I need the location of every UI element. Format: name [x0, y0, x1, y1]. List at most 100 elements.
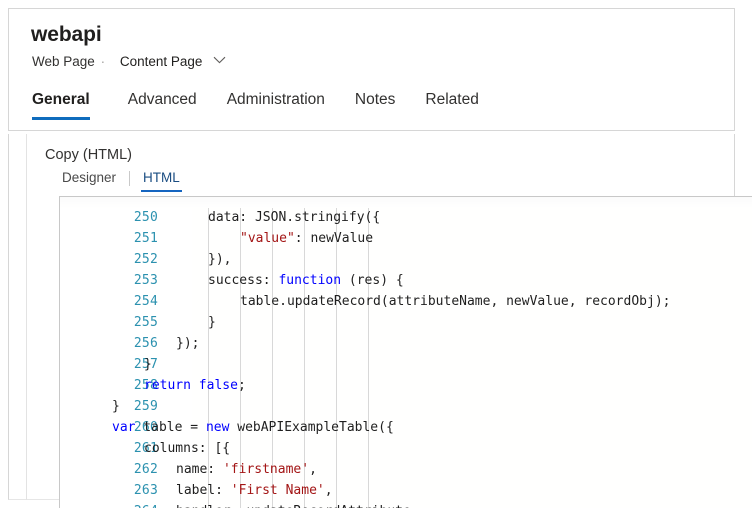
code-editor-viewport[interactable]: 249 contentType: "application/json", 250 da…: [60, 197, 752, 508]
line-number: 251: [60, 228, 158, 249]
form-selector-label[interactable]: Content Page: [112, 54, 203, 69]
code-token: [191, 378, 199, 393]
code-line: 255}: [60, 312, 752, 333]
code-token: false: [199, 378, 238, 393]
chevron-down-icon[interactable]: [213, 56, 226, 64]
code-text: label: 'First Name',: [176, 480, 333, 501]
tab-notes-label: Notes: [355, 91, 396, 108]
code-token: : newValue: [295, 231, 373, 246]
code-token: ,: [451, 197, 459, 204]
form-section: Copy (HTML) Designer HTML 249 contentType…: [26, 134, 735, 500]
tab-related[interactable]: Related: [413, 89, 490, 120]
pivot-html[interactable]: HTML: [143, 169, 180, 192]
code-line: 264 handler: updateRecordAttribute: [60, 501, 752, 508]
code-token: ;: [238, 378, 246, 393]
code-line: 263 label: 'First Name',: [60, 480, 752, 501]
code-token: table.updateRecord(attributeName, newVal…: [240, 294, 670, 309]
line-number: 262: [60, 459, 158, 480]
pivot-designer[interactable]: Designer: [62, 169, 116, 192]
page-title: webapi: [31, 22, 102, 48]
code-token: 'firstname': [223, 462, 309, 477]
code-line: 256});: [60, 333, 752, 354]
code-token: ,: [325, 483, 333, 498]
line-number: 249: [60, 197, 158, 207]
code-text: name: 'firstname',: [176, 459, 317, 480]
code-text: contentType: "application/json",: [208, 197, 458, 207]
code-token: }: [208, 315, 216, 330]
code-text: }: [208, 312, 216, 333]
line-number: 250: [60, 207, 158, 228]
code-token: "application/json": [310, 197, 451, 204]
code-token: return: [144, 378, 191, 393]
code-text: }: [144, 354, 152, 375]
tab-general-label: General: [32, 91, 90, 108]
line-number: 259: [60, 396, 158, 417]
line-number: 256: [60, 333, 158, 354]
code-editor[interactable]: 249 contentType: "application/json", 250 da…: [59, 196, 752, 508]
code-token: label:: [176, 483, 231, 498]
code-token: webAPIExampleTable({: [229, 420, 393, 435]
form-body: Copy (HTML) Designer HTML 249 contentType…: [8, 134, 735, 500]
code-token: contentType:: [208, 197, 310, 204]
tab-related-label: Related: [425, 91, 478, 108]
code-token: }),: [208, 252, 231, 267]
code-token: });: [176, 336, 199, 351]
field-label-copy-html: Copy (HTML): [45, 145, 132, 165]
pivot-divider: [129, 171, 130, 186]
code-token: 'First Name': [231, 483, 325, 498]
code-token: var: [112, 420, 135, 435]
form-tabs: General Advanced Administration Notes Re…: [31, 89, 497, 131]
code-line: 252}),: [60, 249, 752, 270]
code-line: 260var table = new webAPIExampleTable({: [60, 417, 752, 438]
code-text: handler: updateRecordAttribute: [176, 501, 411, 508]
code-line: 259}: [60, 396, 752, 417]
code-token: success:: [208, 273, 278, 288]
line-number: 252: [60, 249, 158, 270]
code-line: 250 data: JSON.stringify({: [60, 207, 752, 228]
code-token: "value": [240, 231, 295, 246]
code-line: 249 contentType: "application/json",: [60, 197, 752, 207]
line-number: 255: [60, 312, 158, 333]
code-line: 258return false;: [60, 375, 752, 396]
code-text: columns: [{: [144, 438, 230, 459]
code-token: }: [144, 357, 152, 372]
code-text: data: JSON.stringify({: [208, 207, 380, 228]
code-text: table.updateRecord(attributeName, newVal…: [240, 291, 670, 312]
code-line: 257}: [60, 354, 752, 375]
code-line: 253 success: function (res) {: [60, 270, 752, 291]
code-text: var table = new webAPIExampleTable({: [112, 417, 394, 438]
code-token: }: [112, 399, 120, 414]
editor-mode-pivot: Designer HTML: [62, 168, 180, 193]
code-text: return false;: [144, 375, 246, 396]
line-number: 253: [60, 270, 158, 291]
tab-advanced-label: Advanced: [128, 91, 197, 108]
code-token: function: [278, 273, 341, 288]
code-text: success: function (res) {: [208, 270, 404, 291]
record-entity-type: Web Page: [32, 54, 95, 69]
code-text: "value": newValue: [240, 228, 373, 249]
tab-administration[interactable]: Administration: [215, 89, 337, 120]
tab-advanced[interactable]: Advanced: [116, 89, 209, 120]
tab-general[interactable]: General: [31, 89, 102, 120]
code-token: columns: [{: [144, 441, 230, 456]
code-line: 262 name: 'firstname',: [60, 459, 752, 480]
code-line: 261columns: [{: [60, 438, 752, 459]
code-token: data: JSON.stringify({: [208, 210, 380, 225]
code-text: }: [112, 396, 120, 417]
code-token: new: [206, 420, 229, 435]
record-header-panel: webapi Web Page · Content Page General A…: [8, 8, 735, 131]
tab-notes[interactable]: Notes: [343, 89, 408, 120]
line-number: 263: [60, 480, 158, 501]
code-token: (res) {: [341, 273, 404, 288]
code-token: table =: [135, 420, 205, 435]
code-text: }),: [208, 249, 231, 270]
record-subtitle: Web Page · Content Page: [32, 53, 226, 71]
app-root: webapi Web Page · Content Page General A…: [0, 0, 752, 508]
code-token: handler: updateRecordAttribute: [176, 504, 411, 508]
code-line: 251 "value": newValue: [60, 228, 752, 249]
line-number: 264: [60, 501, 158, 508]
tab-administration-label: Administration: [227, 91, 325, 108]
line-number: 254: [60, 291, 158, 312]
code-text: });: [176, 333, 199, 354]
subtitle-separator: ·: [99, 54, 109, 69]
